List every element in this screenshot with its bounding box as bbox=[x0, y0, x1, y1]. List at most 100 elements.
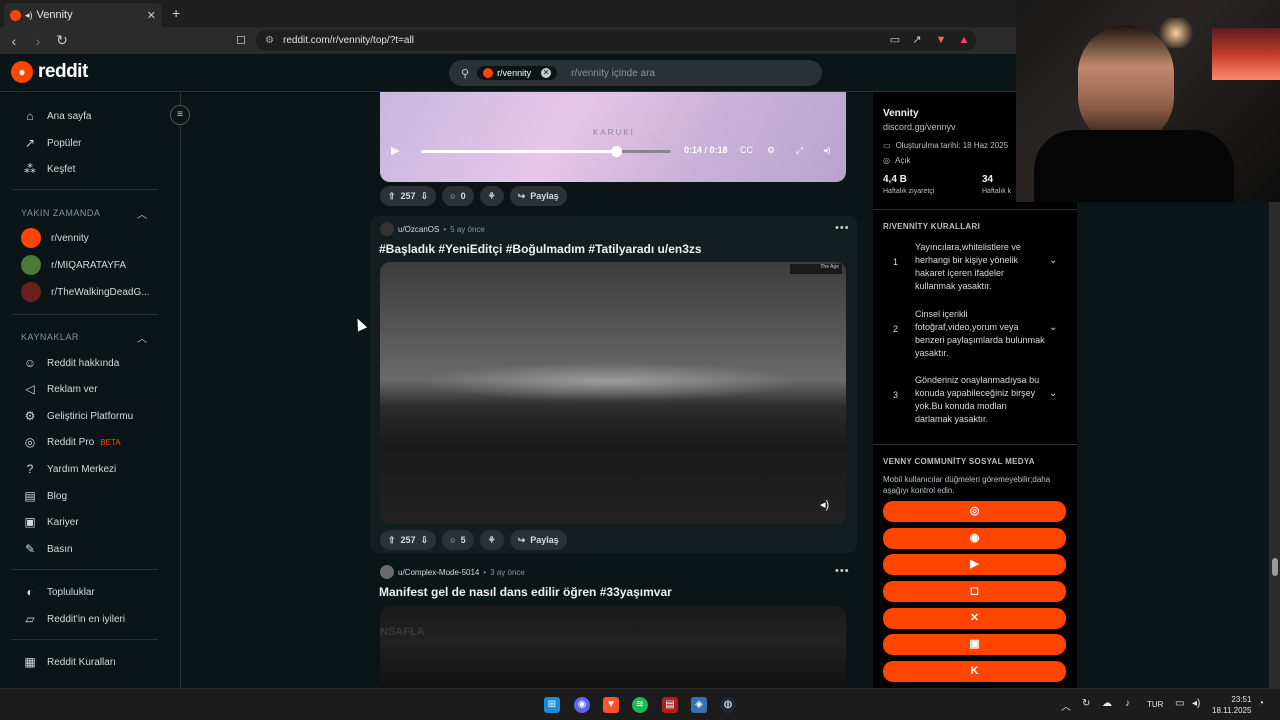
post-author[interactable]: u/OzcanOS bbox=[398, 225, 439, 234]
award-icon: ⚘ bbox=[487, 534, 496, 545]
sidebar-item-popular[interactable]: ↗ Popüler bbox=[23, 136, 82, 150]
downvote-icon[interactable]: ⇩ bbox=[421, 191, 429, 202]
sidebar-item-advertise[interactable]: ◁ Reklam ver bbox=[23, 382, 97, 396]
post-title[interactable]: Manifest gel de nasıl dans edilir öğren … bbox=[379, 585, 672, 599]
more-options-icon[interactable]: ••• bbox=[835, 565, 850, 577]
back-button[interactable]: ‹ bbox=[4, 33, 24, 49]
avatar[interactable] bbox=[380, 222, 394, 236]
sidebar-item-rules[interactable]: ▦ Reddit Kuralları bbox=[23, 655, 116, 669]
sidebar-item-reddit-pro[interactable]: ◎ Reddit Pro BETA bbox=[23, 435, 121, 449]
brave-rewards-icon[interactable]: ▲ bbox=[957, 33, 971, 47]
award-button[interactable]: ⚘ bbox=[479, 186, 504, 206]
post-author[interactable]: u/Complex-Mode-5014 bbox=[398, 568, 479, 577]
collapse-nav-button[interactable]: ≡ bbox=[170, 105, 190, 125]
post-title[interactable]: #Başladık #YeniEditçi #Boğulmadım #Tatil… bbox=[379, 242, 702, 256]
address-bar[interactable]: ⚙ reddit.com/r/vennity/top/?t=all bbox=[256, 30, 976, 51]
volume-icon[interactable]: ◂) bbox=[823, 145, 831, 156]
microphone-icon[interactable]: ♪ bbox=[1125, 698, 1130, 709]
more-options-icon[interactable]: ••• bbox=[835, 222, 850, 234]
tray-chevron-icon[interactable]: ︿ bbox=[1061, 698, 1071, 713]
video-player[interactable]: The Age ◂) bbox=[380, 262, 846, 524]
sidebar-item-developer[interactable]: ⚙ Geliştirici Platformu bbox=[23, 409, 134, 423]
share-icon[interactable]: ↗ bbox=[910, 33, 924, 47]
recent-section-header[interactable]: YAKIN ZAMANDA ︿ bbox=[21, 208, 147, 221]
new-tab-button[interactable]: + bbox=[172, 5, 180, 21]
video-progress-fill bbox=[421, 150, 616, 153]
upvote-icon[interactable]: ⇧ bbox=[388, 535, 396, 546]
reddit-logo[interactable]: ● reddit bbox=[11, 61, 88, 83]
cloud-icon[interactable]: ☁ bbox=[1102, 698, 1112, 709]
bookmark-icon[interactable]: ◻ bbox=[236, 32, 246, 46]
twitch-button[interactable]: ▣ bbox=[883, 634, 1066, 655]
video-progress-bar[interactable] bbox=[421, 146, 671, 157]
sidebar-item-careers[interactable]: ▣ Kariyer bbox=[23, 515, 78, 529]
start-icon[interactable]: ⊞ bbox=[544, 697, 560, 713]
comments-button[interactable]: ○ 5 bbox=[442, 530, 474, 550]
browser-tab[interactable]: ◂) Vennity ✕ bbox=[4, 3, 162, 27]
chevron-down-icon[interactable]: ⌄ bbox=[1049, 388, 1057, 399]
chevron-up-icon[interactable]: ︿ bbox=[137, 330, 148, 345]
resources-section-header[interactable]: KAYNAKLAR ︿ bbox=[21, 332, 147, 345]
settings-icon[interactable]: ⚙ bbox=[767, 145, 775, 156]
downvote-icon[interactable]: ⇩ bbox=[421, 535, 429, 546]
fullscreen-icon[interactable]: ⤢ bbox=[796, 145, 803, 156]
captions-icon[interactable]: CC bbox=[740, 145, 753, 155]
x-button[interactable]: ✕ bbox=[883, 608, 1066, 629]
sidebar-item-thewalkingdead[interactable]: r/TheWalkingDeadG... bbox=[21, 282, 150, 302]
sidebar-item-communities[interactable]: ◐ Topluluklar bbox=[23, 585, 94, 599]
search-input[interactable]: r/vennity içinde ara bbox=[571, 68, 655, 79]
sidebar-item-about[interactable]: ☺ Reddit hakkında bbox=[23, 356, 119, 370]
sidebar-item-best[interactable]: ▱ Reddit'in en iyileri bbox=[23, 612, 125, 626]
video-player[interactable]: KARUKI ▶ 0:14 / 0:18 CC ⚙ ⤢ ◂) bbox=[380, 92, 846, 182]
post-media[interactable]: NSAFLA bbox=[380, 606, 846, 688]
sync-icon[interactable]: ↻ bbox=[1082, 698, 1090, 709]
site-info-icon[interactable]: ⚙ bbox=[265, 30, 274, 51]
website-button[interactable]: ◎ bbox=[883, 501, 1066, 522]
chevron-down-icon[interactable]: ⌄ bbox=[1049, 322, 1057, 333]
award-button[interactable]: ⚘ bbox=[479, 530, 504, 550]
page-scrollbar[interactable] bbox=[1269, 202, 1280, 688]
brave-icon[interactable]: ▼ bbox=[603, 697, 619, 713]
sidebar-item-miqaratayfa[interactable]: r/MIQARATAYFA bbox=[21, 255, 126, 275]
spotify-icon[interactable]: ≋ bbox=[632, 697, 648, 713]
share-button[interactable]: ↪ Paylaş bbox=[509, 186, 567, 206]
scrollbar-thumb[interactable] bbox=[1272, 558, 1278, 576]
reload-button[interactable]: ↻ bbox=[52, 32, 72, 49]
mute-icon[interactable]: ◂) bbox=[820, 498, 829, 511]
youtube-button[interactable]: ▶ bbox=[883, 554, 1066, 575]
clear-chip-icon[interactable]: ✕ bbox=[541, 68, 552, 78]
steam-icon[interactable]: ◍ bbox=[720, 697, 736, 713]
search-bar[interactable]: ⚲ r/vennity ✕ r/vennity içinde ara bbox=[449, 60, 822, 86]
system-clock[interactable]: 23:51 18.11.2025 bbox=[1212, 694, 1251, 716]
video-scrub-handle[interactable] bbox=[611, 146, 622, 157]
sidebar-item-press[interactable]: ✎ Basın bbox=[23, 542, 73, 556]
instagram-button[interactable]: ◻ bbox=[883, 581, 1066, 602]
brave-shield-icon[interactable]: ▼ bbox=[934, 33, 948, 47]
sidebar-item-home[interactable]: ⌂ Ana sayfa bbox=[23, 109, 91, 123]
discord-button[interactable]: ◉ bbox=[883, 528, 1066, 549]
network-icon[interactable]: ▭ bbox=[1175, 698, 1184, 709]
sidebar-item-blog[interactable]: ▤ Blog bbox=[23, 489, 67, 503]
volume-icon[interactable]: ◂) bbox=[1192, 698, 1200, 709]
discord-icon[interactable]: ◉ bbox=[574, 697, 590, 713]
upvote-icon[interactable]: ⇧ bbox=[388, 191, 396, 202]
cast-icon[interactable]: ▭ bbox=[888, 33, 902, 47]
sidebar-item-explore[interactable]: ⁂ Keşfet bbox=[23, 162, 75, 176]
search-community-chip[interactable]: r/vennity ✕ bbox=[477, 66, 558, 80]
play-icon[interactable]: ▶ bbox=[391, 144, 399, 157]
notification-icon[interactable]: ◔ bbox=[1258, 698, 1264, 709]
app-icon[interactable]: ▤ bbox=[662, 697, 678, 713]
chevron-up-icon[interactable]: ︿ bbox=[137, 206, 148, 221]
comments-button[interactable]: ○ 0 bbox=[442, 186, 474, 206]
close-tab-icon[interactable]: ✕ bbox=[147, 9, 156, 22]
chevron-down-icon[interactable]: ⌄ bbox=[1049, 255, 1057, 266]
sidebar-item-help[interactable]: ? Yardım Merkezi bbox=[23, 462, 117, 476]
forward-button[interactable]: › bbox=[28, 33, 48, 49]
settings-app-icon[interactable]: ◈ bbox=[691, 697, 707, 713]
language-indicator[interactable]: TUR bbox=[1147, 700, 1163, 709]
avatar[interactable] bbox=[380, 565, 394, 579]
kick-button[interactable]: K bbox=[883, 661, 1066, 682]
community-link[interactable]: discord.gg/vennyv bbox=[883, 122, 956, 132]
sidebar-item-vennity[interactable]: r/vennity bbox=[21, 228, 89, 248]
share-button[interactable]: ↪ Paylaş bbox=[509, 530, 567, 550]
